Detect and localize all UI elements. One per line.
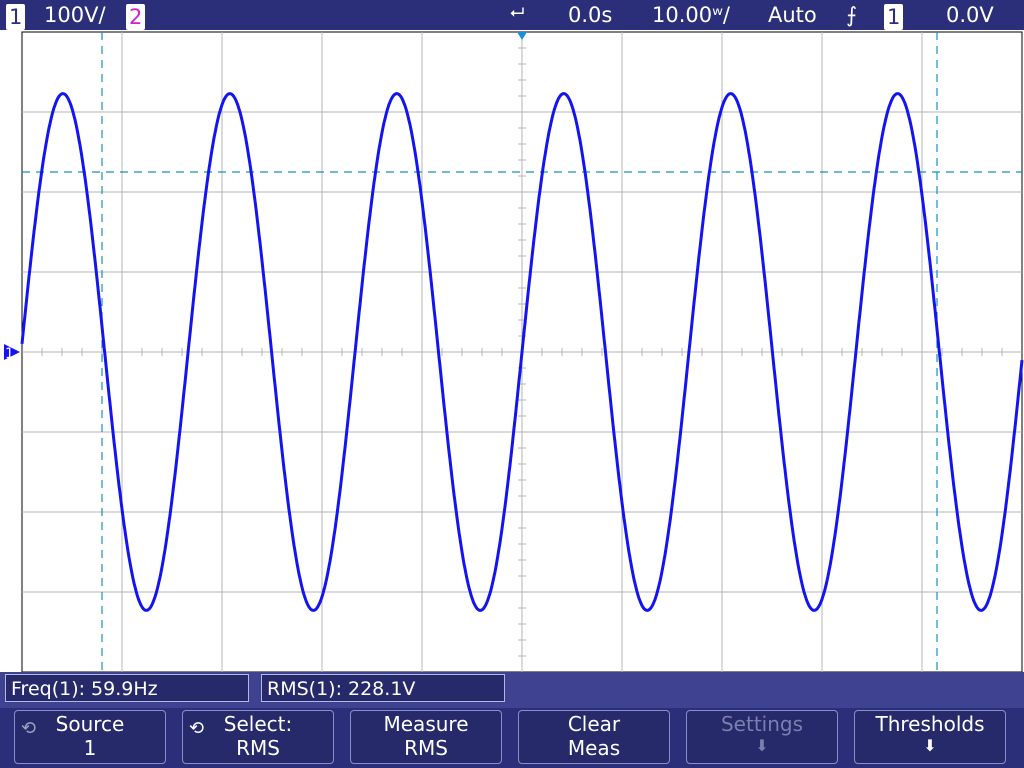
ground-reference-label: 1 <box>5 346 14 362</box>
measurement-frequency: Freq(1): 59.9Hz <box>5 674 249 702</box>
measure-softkey-value: RMS <box>404 736 448 760</box>
status-bar: 1 100V/ 2 ⮠ 0.0s 10.00ʷ/ Auto ⨍ 1 0.0V <box>0 0 1024 30</box>
clear-meas-softkey[interactable]: Clear Meas <box>518 710 670 764</box>
settings-softkey-label: Settings <box>720 712 804 736</box>
channel-1-indicator[interactable]: 1 <box>6 2 26 30</box>
rising-edge-icon: ⨍ <box>846 3 857 27</box>
timebase-value[interactable]: 10.00ʷ/ <box>652 2 730 28</box>
trigger-position-marker <box>517 32 527 40</box>
measure-softkey[interactable]: Measure RMS <box>350 710 502 764</box>
measurement-rms: RMS(1): 228.1V <box>261 674 505 702</box>
select-softkey-label: Select: <box>223 712 293 736</box>
down-arrow-icon: ⬇ <box>923 736 937 755</box>
select-softkey-value: RMS <box>236 736 280 760</box>
thresholds-softkey[interactable]: Thresholds ⬇ <box>854 710 1006 764</box>
clear-meas-softkey-value: Meas <box>567 736 621 760</box>
channel-1-badge[interactable]: 1 <box>6 4 26 30</box>
measurement-bar: Freq(1): 59.9Hz RMS(1): 228.1V <box>0 672 1024 708</box>
select-softkey[interactable]: ⟲ Select: RMS <box>182 710 334 764</box>
softkey-bar: ⟲ Source 1 ⟲ Select: RMS Measure RMS Cle… <box>0 708 1024 768</box>
channel-2-badge[interactable]: 2 <box>126 4 146 30</box>
trigger-level[interactable]: 0.0V <box>946 2 994 28</box>
source-softkey-label: Source <box>55 712 125 736</box>
down-arrow-icon: ⬇ <box>755 736 769 755</box>
rotary-knob-icon: ⟲ <box>189 718 205 739</box>
channel-2-indicator[interactable]: 2 <box>126 2 146 30</box>
delay-value[interactable]: 0.0s <box>568 2 612 28</box>
measure-softkey-label: Measure <box>383 712 469 736</box>
rotary-knob-icon: ⟲ <box>21 718 37 739</box>
settings-softkey[interactable]: Settings ⬇ <box>686 710 838 764</box>
waveform-display: 1 <box>0 30 1024 672</box>
clear-meas-softkey-label: Clear <box>567 712 621 736</box>
trigger-position-icon: ⮠ <box>510 2 525 23</box>
waveform-plot: 1 <box>4 31 1024 672</box>
trigger-source-badge[interactable]: 1 <box>884 4 904 30</box>
source-softkey-value: 1 <box>83 736 97 760</box>
thresholds-softkey-label: Thresholds <box>875 712 985 736</box>
source-softkey[interactable]: ⟲ Source 1 <box>14 710 166 764</box>
channel-1-scale[interactable]: 100V/ <box>44 2 106 28</box>
trigger-source-indicator[interactable]: 1 <box>884 2 904 30</box>
trigger-mode[interactable]: Auto <box>768 2 817 28</box>
